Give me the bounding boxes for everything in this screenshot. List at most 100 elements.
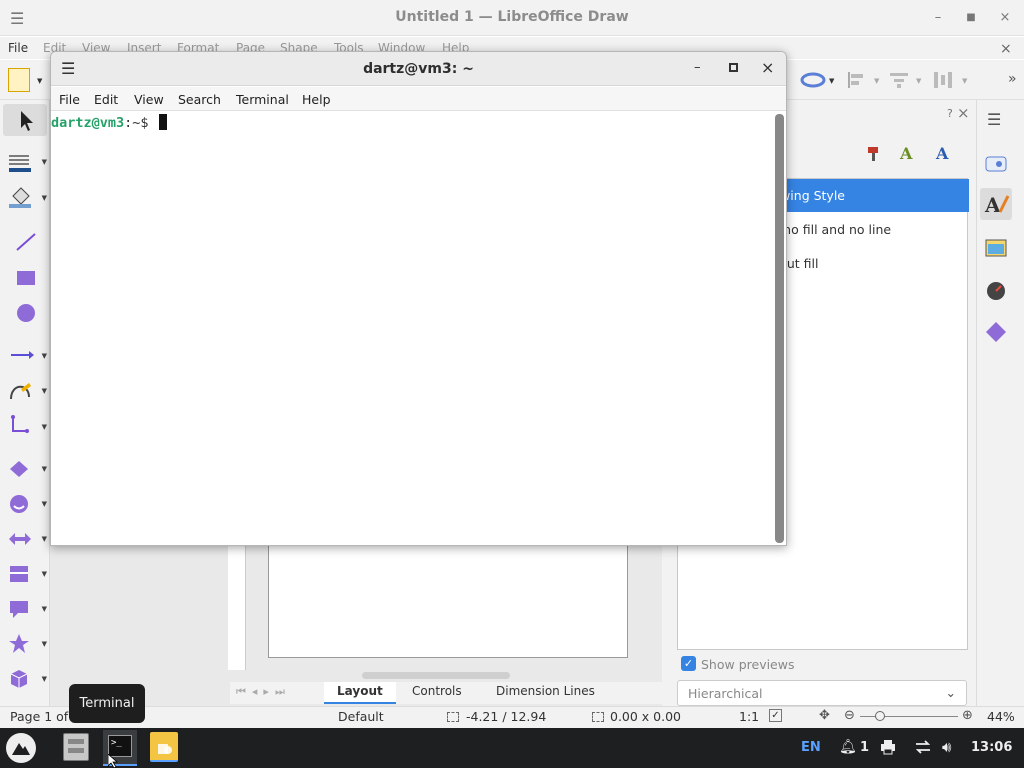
- libreoffice-draw-icon[interactable]: [150, 732, 178, 762]
- connector-tool-icon[interactable]: ▼: [3, 411, 47, 443]
- update-style-icon[interactable]: A: [934, 143, 956, 163]
- notifications-icon[interactable]: 🔔︎: [839, 739, 857, 755]
- toolbar-overflow-icon[interactable]: »: [1008, 71, 1017, 87]
- lo-close-button[interactable]: ×: [995, 8, 1015, 28]
- shapes-icon[interactable]: [985, 321, 1007, 343]
- keyboard-layout-indicator[interactable]: EN: [801, 740, 821, 755]
- navigator-icon[interactable]: [985, 280, 1007, 302]
- callout-shapes-icon[interactable]: ▼: [3, 593, 47, 625]
- style-filter-select[interactable]: Hierarchical ⌄: [677, 680, 967, 706]
- terminal-menu-view[interactable]: View: [134, 92, 164, 107]
- chevron-down-icon[interactable]: ▼: [916, 77, 921, 85]
- app-menu-icon[interactable]: [6, 733, 36, 763]
- flowchart-icon[interactable]: ▼: [3, 558, 47, 590]
- network-icon[interactable]: [914, 739, 932, 755]
- curve-tool-icon[interactable]: ▼: [3, 375, 47, 407]
- block-arrows-icon[interactable]: ▼: [3, 523, 47, 555]
- tab-layout[interactable]: Layout: [337, 684, 383, 698]
- terminal-minimize-button[interactable]: –: [694, 60, 701, 75]
- fill-color-icon[interactable]: ▼: [3, 182, 47, 214]
- notifications-count: 1: [860, 740, 870, 755]
- styles-icon[interactable]: A: [980, 188, 1012, 220]
- terminal-menu-help[interactable]: Help: [302, 92, 331, 107]
- status-position: -4.21 / 12.94: [466, 709, 547, 724]
- drawing-page[interactable]: [268, 545, 628, 658]
- align-objects-icon[interactable]: [846, 70, 868, 90]
- terminal-prompt: dartz@vm3:~$: [51, 114, 167, 131]
- prompt-path: :~: [124, 115, 141, 131]
- size-icon: [592, 712, 604, 722]
- position-icon: [447, 712, 459, 722]
- fit-page-icon[interactable]: ✥: [819, 708, 830, 723]
- new-style-icon[interactable]: A: [898, 143, 920, 163]
- lo-menu-file[interactable]: File: [8, 41, 28, 55]
- terminal-window[interactable]: ☰ dartz@vm3: ~ – × File Edit View Search…: [50, 51, 787, 546]
- terminal-menu-terminal[interactable]: Terminal: [236, 92, 289, 107]
- ellipse-tool-icon[interactable]: [3, 297, 47, 329]
- printer-icon[interactable]: [879, 739, 897, 755]
- svg-text:A: A: [935, 144, 949, 163]
- show-previews-label: Show previews: [701, 657, 795, 672]
- clock[interactable]: 13:06: [971, 740, 1012, 755]
- terminal-menu-edit[interactable]: Edit: [94, 92, 118, 107]
- tab-dimension-lines[interactable]: Dimension Lines: [496, 684, 595, 698]
- volume-icon[interactable]: 🔊︎: [942, 738, 951, 756]
- svg-text:A: A: [899, 144, 913, 163]
- svg-text:A: A: [984, 193, 1001, 217]
- status-zoom[interactable]: 44%: [987, 709, 1015, 724]
- chevron-down-icon[interactable]: ▼: [962, 77, 967, 85]
- terminal-title: dartz@vm3: ~: [363, 61, 474, 77]
- terminal-menu-file[interactable]: File: [59, 92, 80, 107]
- arrow-line-tool-icon[interactable]: ▼: [3, 340, 47, 372]
- prompt-user: dartz@vm3: [51, 115, 125, 131]
- status-scale: 1:1: [739, 709, 760, 724]
- chevron-down-icon[interactable]: ▼: [37, 77, 42, 85]
- lo-minimize-button[interactable]: –: [928, 8, 948, 28]
- style-filter-value: Hierarchical: [688, 686, 763, 701]
- vertical-ruler: [228, 545, 246, 670]
- select-tool-icon[interactable]: [3, 104, 47, 136]
- properties-icon[interactable]: [985, 154, 1007, 174]
- line-color-icon[interactable]: ▼: [3, 146, 47, 178]
- 3d-objects-icon[interactable]: ▼: [3, 663, 47, 695]
- tab-controls[interactable]: Controls: [412, 684, 462, 698]
- rectangle-tool-icon[interactable]: [3, 262, 47, 294]
- mouse-cursor-icon: [107, 753, 119, 768]
- status-size: 0.00 x 0.00: [610, 709, 682, 724]
- zoom-in-icon[interactable]: ⊕: [962, 708, 973, 723]
- terminal-maximize-button[interactable]: [729, 63, 738, 72]
- symbol-shapes-icon[interactable]: ▼: [3, 488, 47, 520]
- lo-maximize-button[interactable]: ■: [961, 8, 981, 28]
- zoom-out-icon[interactable]: ⊖: [844, 708, 855, 723]
- sidebar-close-button[interactable]: ×: [957, 104, 970, 122]
- zoom-slider-handle[interactable]: [875, 711, 885, 721]
- text-cursor: [158, 114, 167, 130]
- gallery-icon[interactable]: [985, 238, 1007, 258]
- basic-shapes-icon[interactable]: ▼: [3, 453, 47, 485]
- fill-format-mode-icon[interactable]: [864, 143, 884, 163]
- sidebar-menu-icon[interactable]: ☰: [987, 110, 1001, 129]
- prompt-symbol: $: [140, 115, 157, 131]
- chevron-down-icon[interactable]: ▼: [874, 77, 879, 85]
- terminal-tooltip: Terminal: [69, 684, 145, 723]
- document-modified-icon[interactable]: ✓: [769, 709, 782, 722]
- tab-navigation-icon[interactable]: ⏮◂▸⏭: [236, 685, 291, 699]
- file-manager-icon[interactable]: [63, 733, 89, 761]
- chevron-down-icon[interactable]: ▼: [829, 77, 834, 85]
- sidebar-help-button[interactable]: ?: [947, 107, 953, 120]
- horizontal-scrollbar[interactable]: [362, 672, 510, 679]
- terminal-close-button[interactable]: ×: [761, 58, 774, 77]
- lo-window-title: Untitled 1 — LibreOffice Draw: [395, 9, 629, 25]
- transformations-icon[interactable]: [800, 69, 826, 91]
- stars-icon[interactable]: ▼: [3, 628, 47, 660]
- terminal-scrollbar[interactable]: [775, 114, 784, 543]
- chevron-down-icon: ⌄: [945, 685, 956, 700]
- show-previews-checkbox[interactable]: ✓: [681, 656, 696, 671]
- close-document-button[interactable]: ×: [1000, 41, 1012, 57]
- arrange-icon[interactable]: [888, 70, 910, 90]
- terminal-menu-search[interactable]: Search: [178, 92, 221, 107]
- slide-layout-icon[interactable]: [8, 68, 30, 92]
- terminal-body[interactable]: [51, 112, 773, 545]
- distribute-icon[interactable]: [932, 70, 954, 90]
- line-tool-icon[interactable]: [3, 226, 47, 258]
